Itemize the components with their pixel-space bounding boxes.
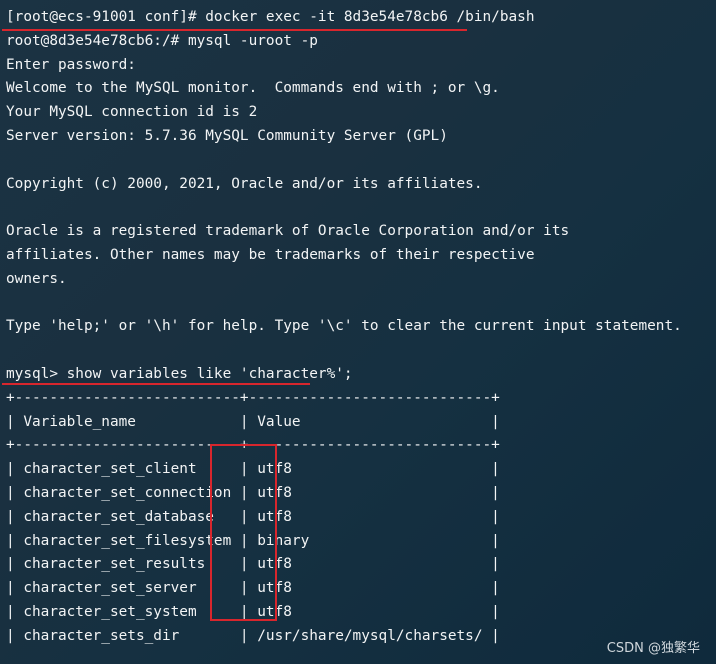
table-row: | character_set_database | utf8 |	[6, 508, 500, 525]
terminal-line-trademark-2: affiliates. Other names may be trademark…	[6, 246, 535, 263]
table-row: | character_set_system | utf8 |	[6, 603, 500, 620]
value-column-highlight-box	[210, 444, 277, 621]
terminal-line-trademark-1: Oracle is a registered trademark of Orac…	[6, 223, 570, 240]
table-border-header: +--------------------------+------------…	[6, 437, 500, 454]
table-row: | character_sets_dir | /usr/share/mysql/…	[6, 627, 500, 644]
terminal-line-password-prompt: Enter password:	[6, 56, 136, 73]
terminal-line-welcome: Welcome to the MySQL monitor. Commands e…	[6, 80, 500, 97]
terminal-output: [root@ecs-91001 conf]# docker exec -it 8…	[6, 6, 682, 649]
terminal-line-docker-exec: [root@ecs-91001 conf]# docker exec -it 8…	[6, 9, 535, 25]
terminal-line-help: Type 'help;' or '\h' for help. Type '\c'…	[6, 318, 682, 335]
table-row: | character_set_results | utf8 |	[6, 556, 500, 573]
terminal-line-connection-id: Your MySQL connection id is 2	[6, 104, 258, 121]
table-header-row: | Variable_name | Value |	[6, 413, 500, 430]
terminal-window[interactable]: [root@ecs-91001 conf]# docker exec -it 8…	[0, 0, 716, 664]
command-underline-show-variables	[2, 383, 310, 385]
csdn-watermark: CSDN @独繁华	[606, 641, 700, 656]
terminal-line-trademark-3: owners.	[6, 270, 67, 287]
terminal-line-server-version: Server version: 5.7.36 MySQL Community S…	[6, 127, 448, 144]
table-row: | character_set_client | utf8 |	[6, 461, 500, 478]
table-row: | character_set_filesystem | binary |	[6, 532, 500, 549]
table-row: | character_set_server | utf8 |	[6, 580, 500, 597]
table-border-top: +--------------------------+------------…	[6, 389, 500, 406]
command-underline-docker	[2, 29, 467, 31]
terminal-line-mysql-login: root@8d3e54e78cb6:/# mysql -uroot -p	[6, 32, 318, 49]
table-row: | character_set_connection | utf8 |	[6, 484, 500, 501]
terminal-line-copyright: Copyright (c) 2000, 2021, Oracle and/or …	[6, 175, 483, 192]
